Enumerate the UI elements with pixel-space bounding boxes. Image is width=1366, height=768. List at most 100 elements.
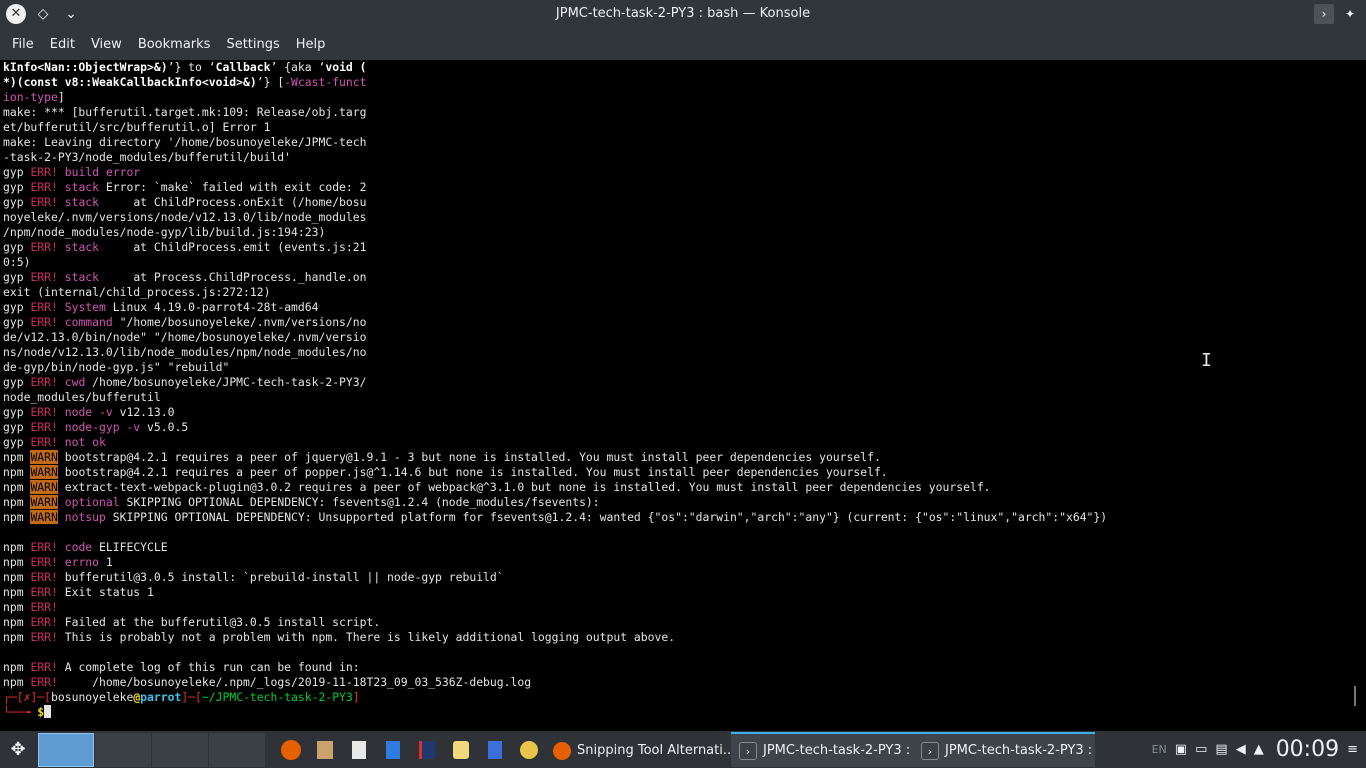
volume-icon[interactable]: ◀	[1236, 742, 1246, 757]
terminal-text: gyp	[3, 240, 31, 254]
screenshot-tool-icon[interactable]	[445, 734, 477, 766]
terminal-line: npm ERR! Failed at the bufferutil@3.0.5 …	[3, 615, 1107, 630]
battery-icon[interactable]: ▭	[1195, 742, 1207, 757]
terminal-text: npm	[3, 510, 31, 524]
terminal-text: SKIPPING OPTIONAL DEPENDENCY: fsevents@1…	[119, 495, 600, 509]
terminal-line: kInfo<Nan::ObjectWrap>&)’} to ‘Callback’…	[3, 60, 1107, 75]
menu-edit[interactable]: Edit	[42, 29, 83, 60]
desktop-3[interactable]	[152, 732, 208, 767]
desktop-1[interactable]	[38, 732, 94, 767]
terminal-line: gyp ERR! stack Error: `make` failed with…	[3, 180, 1107, 195]
menu-settings[interactable]: Settings	[218, 29, 287, 60]
terminal-icon: ›	[739, 741, 757, 760]
terminal-text: gyp	[3, 300, 31, 314]
menu-view[interactable]: View	[83, 29, 130, 60]
terminal-text: parrot	[140, 690, 182, 704]
application-launcher-icon[interactable]: ✥	[0, 731, 36, 768]
terminal-text: exit (internal/child_process.js:272:12)	[3, 285, 271, 299]
terminal-line: ns/node/v12.13.0/lib/node_modules/npm/no…	[3, 345, 1107, 360]
terminal-text: ’ {aka ‘	[270, 60, 326, 74]
terminal-text: "/home/bosunoyeleke/.nvm/versions/no	[112, 315, 367, 329]
terminal-text: ERR!	[30, 600, 58, 614]
terminal-text: ~/JPMC-tech-task-2-PY3	[201, 690, 353, 704]
desktop-2[interactable]	[95, 732, 151, 767]
task-konsole-2[interactable]: › JPMC-tech-task-2-PY3 : ...	[913, 732, 1095, 767]
task-snipping-tool[interactable]: Snipping Tool Alternati...	[545, 732, 731, 767]
terminal-scrollbar[interactable]	[1354, 686, 1356, 706]
terminal-text: ┌─[	[3, 690, 24, 704]
terminal-text: -Wcast-funct	[284, 75, 367, 89]
clock[interactable]: 00:09	[1276, 737, 1339, 762]
terminal-line: npm WARN bootstrap@4.2.1 requires a peer…	[3, 450, 1107, 465]
menu-bookmarks[interactable]: Bookmarks	[130, 29, 219, 60]
window-title: JPMC-tech-task-2-PY3 : bash — Konsole	[555, 6, 811, 21]
terminal-line: de-gyp/bin/node-gyp.js" "rebuild"	[3, 360, 1107, 375]
terminal-text: WARN	[30, 510, 58, 524]
tray-expand-icon[interactable]: ▲	[1254, 742, 1264, 757]
terminal-line: gyp ERR! node-gyp -v v5.0.5	[3, 420, 1107, 435]
terminal-text: at Process.ChildProcess._handle.on	[99, 270, 367, 284]
notes-app-icon[interactable]	[479, 734, 511, 766]
notes-tray-icon[interactable]: ▤	[1215, 742, 1227, 757]
terminal-line: gyp ERR! System Linux 4.19.0-parrot4-28t…	[3, 300, 1107, 315]
show-desktop-menu-icon[interactable]: ≡	[1347, 742, 1358, 757]
terminal-text: WARN	[30, 495, 58, 509]
terminal-text: *)(const v8::WeakCallbackInfo<void>&)	[3, 75, 257, 89]
keyboard-layout-indicator[interactable]: EN	[1152, 743, 1167, 756]
clipboard-icon[interactable]: ▣	[1175, 742, 1187, 757]
terminal-text: de/v12.13.0/bin/node" "/home/bosunoyelek…	[3, 330, 367, 344]
terminal-text: gyp	[3, 180, 31, 194]
terminal-text: ns/node/v12.13.0/lib/node_modules/npm/no…	[3, 345, 367, 359]
terminal-line: npm ERR! This is probably not a problem …	[3, 630, 1107, 645]
terminal-text: npm	[3, 630, 31, 644]
terminal-text: ERR!	[30, 435, 58, 449]
terminal-text: ]─[	[30, 690, 52, 704]
firefox-launcher-icon[interactable]	[275, 734, 307, 766]
terminal-line: make: Leaving directory '/home/bosunoyel…	[3, 135, 1107, 150]
terminal-line: gyp ERR! cwd /home/bosunoyeleke/JPMC-tec…	[3, 375, 1107, 390]
terminal-text: gyp	[3, 315, 31, 329]
menu-bar: File Edit View Bookmarks Settings Help	[0, 29, 1366, 60]
terminal-text: WARN	[30, 450, 58, 464]
terminal-text: extract-text-webpack-plugin@3.0.2 requir…	[57, 480, 991, 494]
terminal-text: ’} [	[256, 75, 285, 89]
terminal-text: /home/bosunoyeleke/.npm/_logs/2019-11-18…	[57, 675, 532, 689]
task-label: JPMC-tech-task-2-PY3 : ...	[945, 743, 1095, 758]
task-konsole-1[interactable]: › JPMC-tech-task-2-PY3 : ...	[731, 732, 913, 767]
menu-help[interactable]: Help	[288, 29, 334, 60]
terminal-text: ELIFECYCLE	[92, 540, 168, 554]
terminal-text: ERR!	[30, 615, 58, 629]
task-label: JPMC-tech-task-2-PY3 : ...	[763, 743, 913, 758]
terminal-text: SKIPPING OPTIONAL DEPENDENCY: Unsupporte…	[105, 510, 1108, 524]
terminal-text: ERR!	[30, 180, 58, 194]
minimize-button[interactable]: ›	[1314, 4, 1334, 24]
ide-icon[interactable]	[411, 734, 443, 766]
terminal-line: *)(const v8::WeakCallbackInfo<void>&)’} …	[3, 75, 1107, 90]
text-editor-icon[interactable]	[343, 734, 375, 766]
terminal-text: └──╼	[3, 705, 38, 719]
terminal-text: npm	[3, 480, 31, 494]
task-label: Snipping Tool Alternati...	[577, 743, 731, 758]
archive-manager-icon[interactable]	[309, 734, 341, 766]
terminal-text: npm	[3, 585, 31, 599]
desktop-4[interactable]	[209, 732, 265, 767]
terminal-view[interactable]: kInfo<Nan::ObjectWrap>&)’} to ‘Callback’…	[0, 60, 1366, 730]
menu-file[interactable]: File	[4, 29, 42, 60]
terminal-text: et/bufferutil/src/bufferutil.o] Error 1	[3, 120, 271, 134]
document-viewer-icon[interactable]	[377, 734, 409, 766]
terminal-text: build error	[64, 165, 141, 179]
terminal-text: cwd	[64, 375, 86, 389]
terminal-text: Linux 4.19.0-parrot4-28t-amd64	[105, 300, 319, 314]
terminal-text: ion-type	[3, 90, 58, 104]
snipping-tool-icon[interactable]	[513, 734, 545, 766]
terminal-text: A complete log of this run can be found …	[57, 660, 360, 674]
terminal-text: gyp	[3, 420, 31, 434]
pin-button[interactable]: ✦	[1340, 4, 1360, 24]
